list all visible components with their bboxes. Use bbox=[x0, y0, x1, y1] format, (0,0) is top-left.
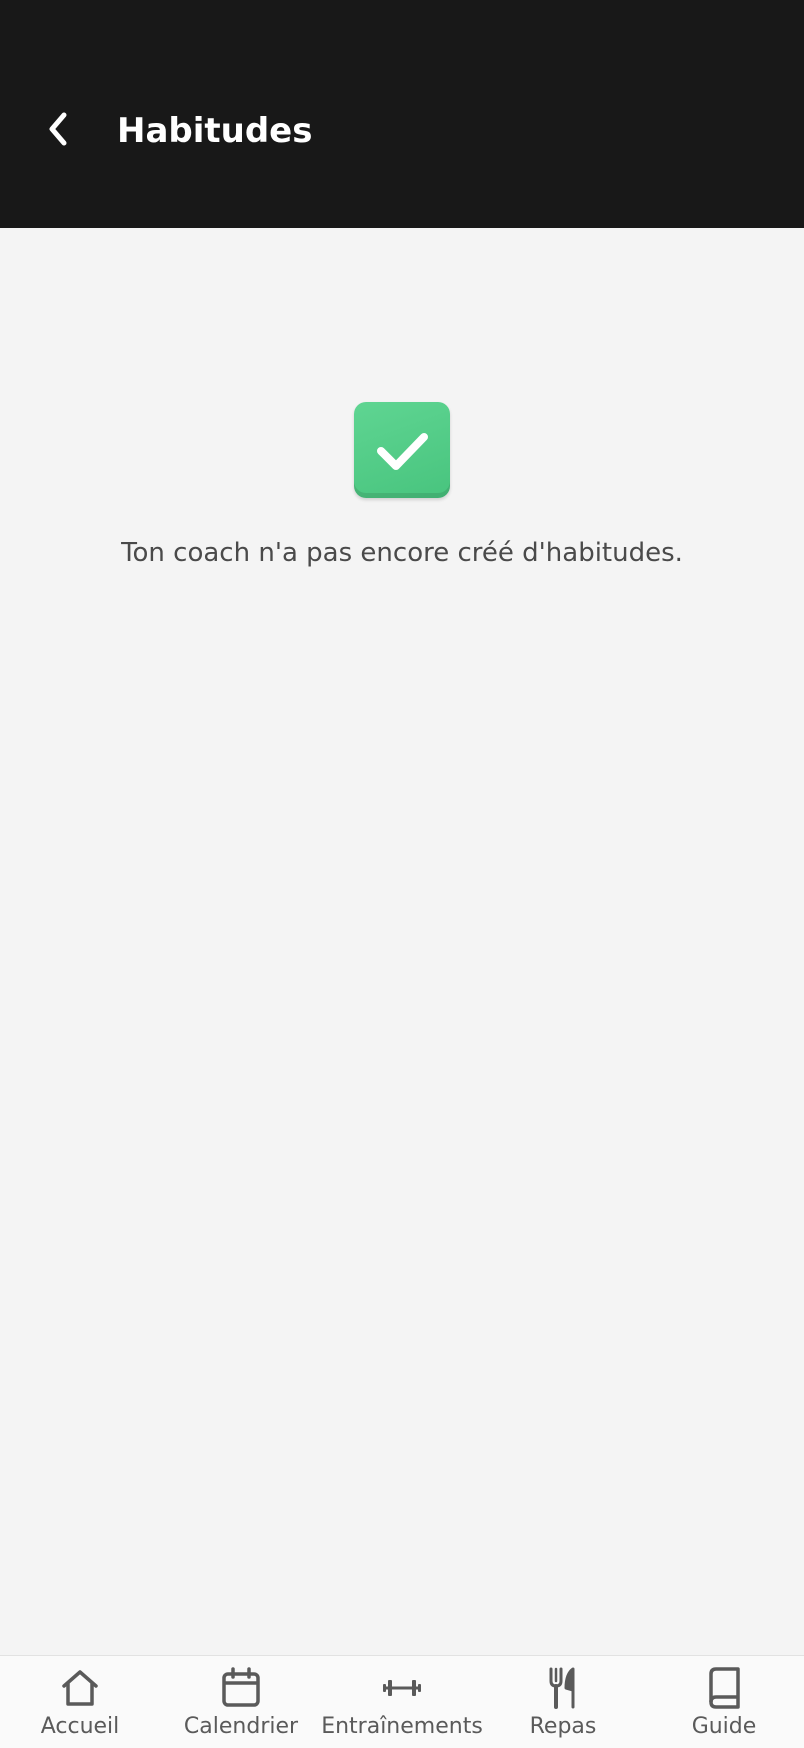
nav-item-calendrier[interactable]: Calendrier bbox=[161, 1656, 321, 1748]
app-screen: Habitudes Ton coach n'a pas encore créé … bbox=[0, 0, 804, 1748]
nav-label: Accueil bbox=[40, 1714, 120, 1739]
bottom-navigation: Accueil Calendrier Entraînements Repas G… bbox=[0, 1655, 804, 1748]
nav-item-repas[interactable]: Repas bbox=[483, 1656, 643, 1748]
page-title: Habitudes bbox=[117, 111, 313, 151]
nav-label: Repas bbox=[529, 1714, 597, 1739]
nav-label: Calendrier bbox=[183, 1714, 299, 1739]
fork-knife-icon bbox=[541, 1666, 585, 1710]
chevron-left-icon bbox=[44, 109, 72, 154]
nav-item-accueil[interactable]: Accueil bbox=[0, 1656, 160, 1748]
nav-item-guide[interactable]: Guide bbox=[644, 1656, 804, 1748]
nav-item-entrainements[interactable]: Entraînements bbox=[321, 1656, 483, 1748]
empty-state-message: Ton coach n'a pas encore créé d'habitude… bbox=[121, 538, 683, 568]
book-icon bbox=[702, 1666, 746, 1710]
app-header: Habitudes bbox=[0, 0, 804, 228]
home-icon bbox=[58, 1666, 102, 1710]
back-button[interactable] bbox=[34, 100, 82, 162]
calendar-icon bbox=[219, 1666, 263, 1710]
nav-label: Guide bbox=[691, 1714, 757, 1739]
nav-label: Entraînements bbox=[321, 1714, 483, 1739]
dumbbell-icon bbox=[380, 1666, 424, 1710]
check-mark-button-icon bbox=[354, 402, 450, 498]
